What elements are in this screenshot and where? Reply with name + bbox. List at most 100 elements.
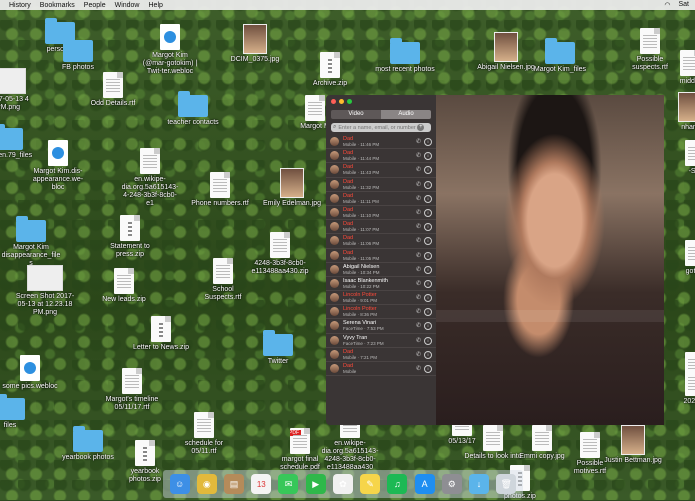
spotify-icon[interactable]: ♫: [387, 474, 408, 494]
photos-icon[interactable]: ✿: [332, 474, 353, 494]
desktop-item[interactable]: Twitter: [248, 330, 308, 366]
desktop-item[interactable]: en.wikipe-dia.org.5a615143-4-248-3b3f-8c…: [120, 148, 180, 208]
call-row[interactable]: Dad Mobile · 11:07 PM ✆ i: [326, 220, 436, 235]
phone-icon[interactable]: ✆: [416, 280, 421, 287]
desktop-item[interactable]: -Set: [665, 140, 695, 176]
finder-icon[interactable]: ☺: [169, 474, 190, 494]
info-icon[interactable]: i: [424, 279, 432, 288]
call-row[interactable]: Lincoln Potter Mobile · 9:01 PM ✆ i: [326, 291, 436, 306]
menubar-clock[interactable]: Sat: [678, 1, 689, 9]
phone-icon[interactable]: ✆: [416, 209, 421, 216]
phone-icon[interactable]: ✆: [416, 237, 421, 244]
desktop-item[interactable]: Margot Kim (@mar-gotokim) | Twit-ter.web…: [140, 24, 200, 76]
trash-icon[interactable]: 🗑: [496, 474, 517, 494]
app-store-icon[interactable]: A: [414, 474, 435, 494]
notes-icon[interactable]: ✎: [360, 474, 381, 494]
desktop-item[interactable]: FB photos: [48, 36, 108, 72]
desktop-item[interactable]: New leads.zip: [94, 268, 154, 304]
call-row[interactable]: Dad Mobile · 11:06 PM ✆ i: [326, 234, 436, 249]
desktop-item[interactable]: gotoki: [665, 240, 695, 276]
desktop-item[interactable]: DCIM_0375.jpg: [225, 24, 285, 64]
desktop-item[interactable]: 202.jpg: [665, 370, 695, 406]
info-icon[interactable]: i: [424, 194, 432, 203]
phone-icon[interactable]: ✆: [416, 294, 421, 301]
phone-icon[interactable]: ✆: [416, 252, 421, 259]
desktop-item[interactable]: schedule for 05/11.rtf: [174, 412, 234, 456]
phone-icon[interactable]: ✆: [416, 195, 421, 202]
call-row[interactable]: Vyvy Tran FaceTime · 7:23 PM ✆ i: [326, 334, 436, 348]
messages-icon[interactable]: ✉: [278, 474, 299, 494]
add-contact-icon[interactable]: +: [417, 124, 425, 131]
info-icon[interactable]: i: [424, 322, 432, 331]
desktop-item[interactable]: teacher contacts: [163, 91, 223, 127]
info-icon[interactable]: i: [424, 294, 432, 303]
phone-icon[interactable]: ✆: [416, 138, 421, 145]
menu-people[interactable]: People: [84, 2, 106, 9]
calendar-icon[interactable]: 13: [251, 474, 272, 494]
facetime-icon[interactable]: ▶: [305, 474, 326, 494]
desktop-item[interactable]: 2017-05-13 4 PM.png: [0, 68, 38, 112]
phone-icon[interactable]: ✆: [416, 337, 421, 344]
desktop-item[interactable]: Emily Edelman.jpg: [262, 168, 322, 208]
search-input[interactable]: [336, 124, 417, 131]
info-icon[interactable]: i: [424, 138, 432, 146]
call-row[interactable]: Dad Mobile · 11:11 PM ✆ i: [326, 192, 436, 206]
info-icon[interactable]: i: [424, 336, 432, 345]
system-preferences-icon[interactable]: ⚙: [441, 474, 462, 494]
call-row[interactable]: Dad Mobile · 11:05 PM ✆ i: [326, 249, 436, 263]
phone-icon[interactable]: ✆: [416, 152, 421, 159]
phone-icon[interactable]: ✆: [416, 181, 421, 188]
zoom-button[interactable]: [347, 99, 352, 104]
info-icon[interactable]: i: [424, 152, 432, 161]
desktop-item[interactable]: middle: [660, 50, 695, 86]
desktop-item[interactable]: 4248-3b3f-8cb0-e113488aa430.zip: [250, 232, 310, 276]
desktop-item[interactable]: Letter to News.zip: [131, 316, 191, 352]
info-icon[interactable]: i: [424, 237, 432, 246]
info-icon[interactable]: i: [424, 251, 432, 260]
desktop-item[interactable]: Margot Kim_files: [530, 38, 590, 74]
info-icon[interactable]: i: [424, 265, 432, 274]
desktop-item[interactable]: Margot Kim disappearance_files: [1, 216, 61, 268]
call-row[interactable]: Dad Mobile · 11:43 PM ✆ i: [326, 163, 436, 178]
call-row[interactable]: Dad Mobile · 11:44 PM ✆ i: [326, 149, 436, 164]
phone-icon[interactable]: ✆: [416, 365, 421, 372]
phone-icon[interactable]: ✆: [416, 266, 421, 273]
info-icon[interactable]: i: [424, 350, 432, 359]
menu-help[interactable]: Help: [149, 2, 163, 9]
call-row[interactable]: Dad Mobile · 11:46 PM ✆ i: [326, 135, 436, 150]
desktop-item[interactable]: files: [0, 394, 40, 430]
downloads-folder-icon[interactable]: ↓: [469, 474, 490, 494]
info-icon[interactable]: i: [424, 308, 432, 317]
info-icon[interactable]: i: [424, 166, 432, 175]
call-row[interactable]: Lincoln Potter Mobile · 8:36 PM ✆ i: [326, 305, 436, 320]
desktop-item[interactable]: Screen Shot 2017-05-13 at 12.23.18 PM.pn…: [15, 265, 75, 317]
desktop-item[interactable]: most recent photos: [375, 38, 435, 74]
desktop-item[interactable]: Justin Bettman.jpg: [603, 425, 663, 465]
desktop-item[interactable]: yearbook photos: [58, 426, 118, 462]
desktop-item[interactable]: School Suspects.rtf: [193, 258, 253, 302]
tab-audio[interactable]: Audio: [381, 110, 431, 119]
desktop-item[interactable]: Archive.zip: [300, 52, 360, 88]
call-row[interactable]: Dad Mobile · 11:10 PM ✆ i: [326, 206, 436, 221]
phone-icon[interactable]: ✆: [416, 166, 421, 173]
menu-window[interactable]: Window: [115, 2, 140, 9]
phone-icon[interactable]: ✆: [416, 351, 421, 358]
call-row[interactable]: Serena Vinari FaceTime · 7:53 PM ✆ i: [326, 319, 436, 334]
call-row[interactable]: Abigail Nielsen Mobile · 10:34 PM ✆ i: [326, 263, 436, 277]
call-row[interactable]: Dad Mobile · 7:21 PM ✆ i: [326, 348, 436, 362]
desktop-item[interactable]: Statement to press.zip: [100, 215, 160, 259]
desktop-item[interactable]: Phone numbers.rtf: [190, 172, 250, 208]
close-button[interactable]: [331, 99, 336, 104]
info-icon[interactable]: i: [424, 180, 432, 189]
desktop-item[interactable]: Abigail Nielsen.jpg: [476, 32, 536, 72]
call-row[interactable]: Isaac Blankenmith Mobile · 10:22 PM ✆ i: [326, 277, 436, 292]
call-row[interactable]: Dad Mobile · 11:32 PM ✆ i: [326, 178, 436, 192]
info-icon[interactable]: i: [424, 365, 432, 373]
menu-bookmarks[interactable]: Bookmarks: [40, 2, 75, 9]
desktop-item[interactable]: Odd Details.rtf: [83, 72, 143, 108]
info-icon[interactable]: i: [424, 223, 432, 232]
desktop-item[interactable]: Margot Kim.dis-appearance.we-bloc: [28, 140, 88, 192]
tab-video[interactable]: Video: [331, 110, 381, 119]
chrome-icon[interactable]: ◉: [196, 474, 217, 494]
desktop-item[interactable]: some pics.webloc: [0, 355, 60, 391]
